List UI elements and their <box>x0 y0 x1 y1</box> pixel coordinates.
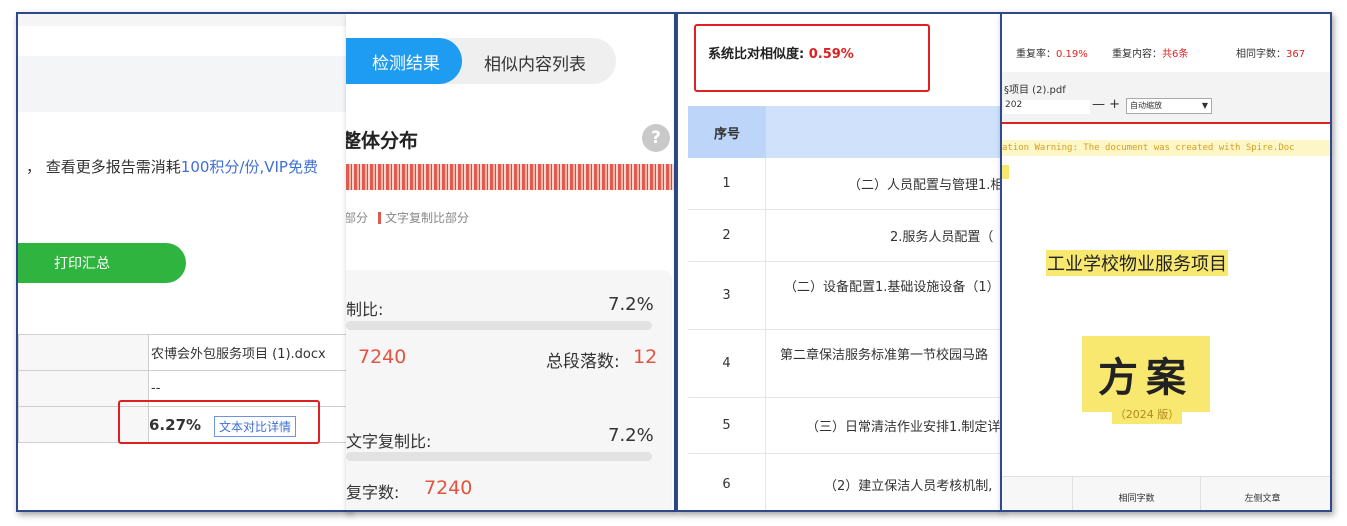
progress-fill <box>346 321 369 330</box>
table-cell <box>18 334 149 371</box>
evaluation-warning: ation Warning: The document was created … <box>1002 140 1330 156</box>
repeat-value: 7240 <box>424 477 473 499</box>
help-icon[interactable]: ? <box>642 124 670 152</box>
zoom-in-button[interactable]: + <box>1109 97 1120 112</box>
row-index: 4 <box>688 330 766 397</box>
similarity-percent: 6.27% <box>149 416 202 434</box>
zoom-out-button[interactable]: — <box>1092 97 1105 112</box>
copy-ratio-label: 文字复制比: <box>346 432 432 451</box>
file-name-cell: 农博会外包服务项目 (1).docx <box>148 334 348 371</box>
paragraphs-value: 12 <box>633 346 658 368</box>
row-text: 2.服务人员配置（ <box>890 230 994 245</box>
row-index: 1 <box>688 158 766 209</box>
row-text: （三）日常清洁作业安排1.制定详 <box>806 420 1001 435</box>
table-row[interactable]: 4 第二章保洁服务标准第一节校园马路 <box>688 330 1000 398</box>
ratio-progress <box>346 321 652 330</box>
zoom-select-value: 自动缩放 <box>1130 101 1162 110</box>
zoom-controls: — + <box>1092 97 1120 112</box>
paragraphs-label: 总段落数: <box>546 352 620 372</box>
same-words-label: 相同字数： <box>1236 49 1286 60</box>
top-band <box>18 14 348 26</box>
row-index: 5 <box>688 398 766 453</box>
pdf-compare-panel: 重复率：0.19% 重复内容：共6条 相同字数：367 §项目 (2).pdf … <box>1000 12 1332 512</box>
report-summary-panel: ， 查看更多报告需消耗100积分/份,VIP免费 打印汇总 农博会外包服务项目 … <box>16 12 350 512</box>
row-text: 第二章保洁服务标准第一节校园马路 <box>780 348 989 363</box>
pdf-file-name: §项目 (2).pdf <box>1004 85 1066 96</box>
legend-swatch <box>378 212 382 224</box>
header-index: 序号 <box>688 106 766 158</box>
row-text: （二）设备配置1.基础设施设备（1） <box>784 280 1000 295</box>
vip-link[interactable]: 100积分/份,VIP免费 <box>181 158 318 176</box>
table-row: 农博会外包服务项目 (1).docx <box>18 334 348 371</box>
distribution-bar <box>346 164 674 190</box>
page-number-input[interactable]: 202 <box>1004 100 1090 114</box>
system-similarity: 系统比对相似度: 0.59% <box>708 43 854 62</box>
result-table-header: 相同字数 左侧文章 <box>1002 476 1330 510</box>
table-row[interactable]: 1 （二）人员配置与管理1.相 <box>688 158 1002 210</box>
repeat-content-value: 共6条 <box>1162 49 1189 60</box>
document-big-title: 方案 <box>1082 336 1210 412</box>
ratio-label: 制比: <box>346 300 384 319</box>
copy-ratio-progress <box>346 452 652 461</box>
similarity-table-panel: 系统比对相似度: 0.59% 序号 1 （二）人员配置与管理1.相 2 2.服务… <box>676 12 1002 512</box>
row-index: 2 <box>688 210 766 261</box>
legend: 部分 文字复制比部分 <box>346 209 469 226</box>
text-compare-detail-button[interactable]: 文本对比详情 <box>214 416 297 437</box>
copy-ratio-value: 7.2% <box>608 425 654 446</box>
points-notice: ， 查看更多报告需消耗100积分/份,VIP免费 <box>26 156 318 177</box>
table-row[interactable]: 6 （2）建立保洁人员考核机制, <box>688 454 1000 510</box>
repeat-rate-label: 重复率： <box>1016 49 1056 60</box>
notice-text: ， 查看更多报告需消耗 <box>26 158 181 176</box>
print-summary-button[interactable]: 打印汇总 <box>18 243 186 283</box>
similarity-label: 系统比对相似度: <box>708 47 805 62</box>
ratio-value: 7.2% <box>608 294 654 315</box>
table-row[interactable]: 5 （三）日常清洁作业安排1.制定详 <box>688 398 1001 454</box>
tab-check-result[interactable]: 检测结果 <box>346 38 462 84</box>
legend-item: 文字复制比部分 <box>385 211 470 225</box>
legend-item: 部分 <box>346 211 369 225</box>
repeat-content: 重复内容：共6条 <box>1112 45 1188 60</box>
highlight-mark <box>1002 165 1009 179</box>
col-same-words: 相同字数 <box>1072 477 1200 510</box>
char-count: 7240 <box>358 346 407 368</box>
pdf-page <box>1002 126 1330 486</box>
progress-fill <box>346 452 369 461</box>
row-text: （2）建立保洁人员考核机制, <box>824 478 993 494</box>
row-text: （二）人员配置与管理1.相 <box>848 178 1002 193</box>
row-index: 3 <box>688 262 766 329</box>
row-index: 6 <box>688 454 766 510</box>
same-words: 相同字数：367 <box>1236 45 1305 60</box>
col-left-article: 左侧文章 <box>1200 477 1324 510</box>
similarity-value: 0.59% <box>808 47 854 62</box>
table-header: 序号 <box>688 106 1000 158</box>
table-row[interactable]: 2 2.服务人员配置（ <box>688 210 1000 262</box>
section-title: 整体分布 <box>346 130 419 152</box>
repeat-content-label: 重复内容： <box>1112 49 1162 60</box>
repeat-label: 复字数: <box>346 483 400 502</box>
repeat-rate: 重复率：0.19% <box>1016 45 1088 60</box>
chevron-down-icon: ▼ <box>1201 101 1208 110</box>
tab-similar-list[interactable]: 相似内容列表 <box>484 50 586 75</box>
repeat-rate-value: 0.19% <box>1056 49 1088 60</box>
same-words-value: 367 <box>1286 49 1306 60</box>
document-title: 工业学校物业服务项目 <box>1046 250 1228 276</box>
document-year: （2024 版） <box>1112 404 1182 424</box>
zoom-select[interactable]: 自动缩放 ▼ <box>1126 98 1212 114</box>
header-band <box>18 56 348 112</box>
table-row[interactable]: 3 （二）设备配置1.基础设施设备（1） <box>688 262 1000 330</box>
check-result-panel: 检测结果 相似内容列表 整体分布 ? 部分 文字复制比部分 制比: 7.2% 72… <box>346 12 676 512</box>
